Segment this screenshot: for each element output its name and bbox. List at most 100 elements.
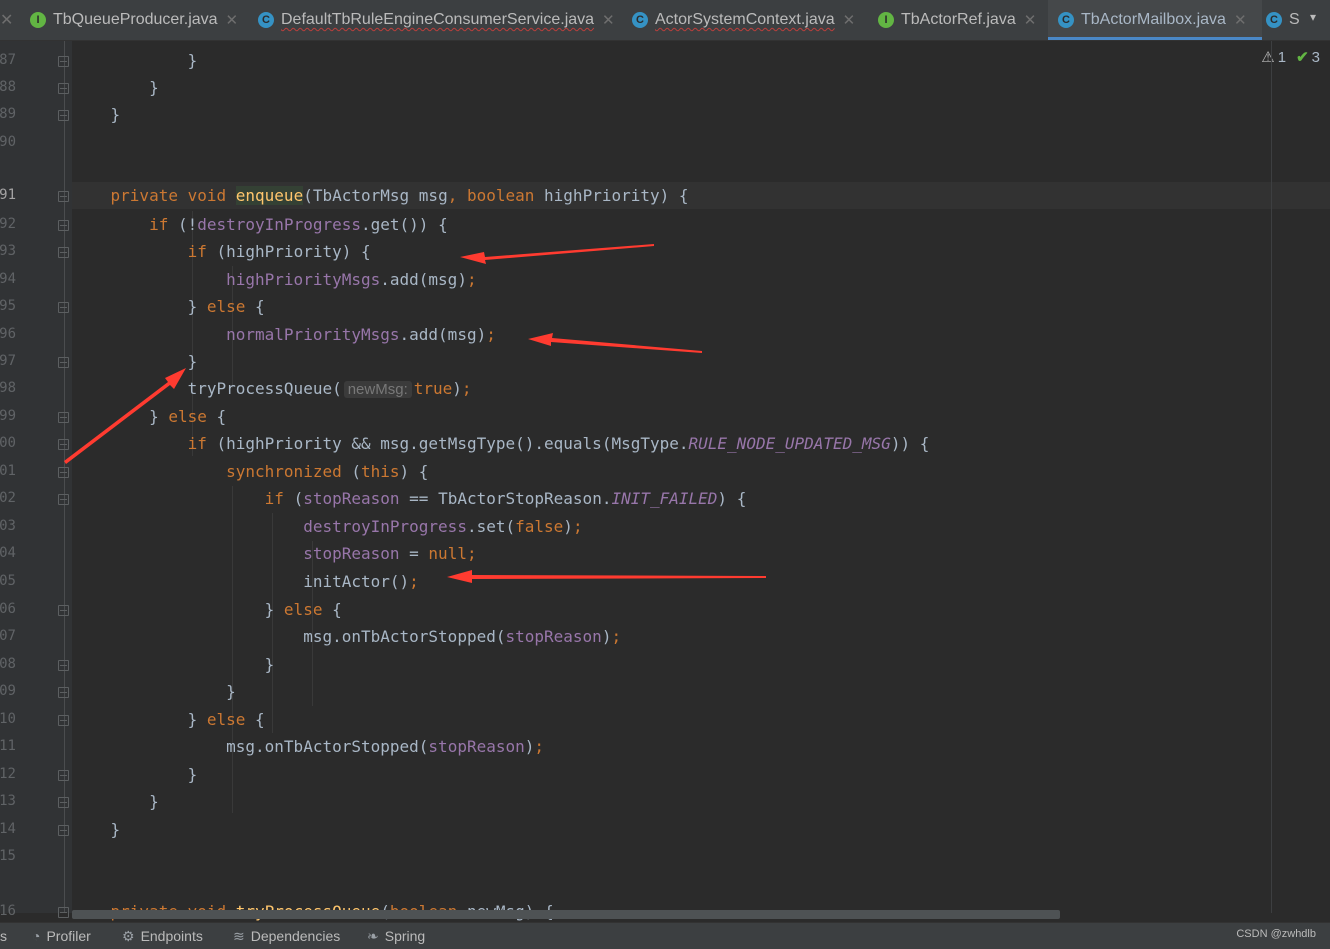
code-line[interactable]: }	[72, 101, 121, 128]
line-number: 112	[0, 766, 16, 782]
code-line[interactable]: }	[72, 678, 236, 705]
fold-marker-icon[interactable]	[58, 605, 69, 616]
close-tab-icon[interactable]: ✕	[1234, 11, 1247, 29]
horizontal-scrollbar[interactable]	[72, 910, 1060, 919]
fold-marker-icon[interactable]	[58, 191, 69, 202]
line-number: 116	[0, 903, 16, 919]
code-token: ) {	[399, 462, 429, 481]
check-icon: ✔	[1296, 49, 1309, 66]
tab-s[interactable]: CS	[1266, 0, 1300, 40]
close-tab-icon[interactable]: ✕	[0, 0, 13, 40]
code-line[interactable]: }	[72, 651, 275, 678]
code-line[interactable]: private void enqueue(TbActorMsg msg, boo…	[72, 182, 689, 209]
fold-marker-icon[interactable]	[58, 110, 69, 121]
warnings-indicator[interactable]: ⚠ 1	[1261, 48, 1286, 67]
close-tab-icon[interactable]: ✕	[226, 11, 239, 29]
code-editor[interactable]: } } } private void enqueue(TbActorMsg ms…	[72, 41, 1330, 921]
fold-marker-icon[interactable]	[58, 467, 69, 478]
code-line[interactable]: if (highPriority) {	[72, 238, 371, 265]
tool-spring-button[interactable]: ❧ Spring	[367, 923, 425, 949]
code-line[interactable]: }	[72, 788, 159, 815]
tab-actorsystemcontext[interactable]: C ActorSystemContext.java ✕	[632, 0, 855, 40]
code-token: ;	[409, 572, 419, 591]
code-line[interactable]: tryProcessQueue(newMsg: true);	[72, 375, 472, 402]
code-line[interactable]: } else {	[72, 706, 265, 733]
tab-label: TbActorMailbox.java	[1081, 11, 1226, 28]
tab-tbqueueproducer[interactable]: I TbQueueProducer.java ✕	[30, 0, 238, 40]
tool-label: Profiler	[46, 928, 91, 944]
code-token: }	[72, 655, 275, 674]
tool-profiler-button[interactable]: ◔ Profiler	[32, 923, 91, 949]
fold-marker-icon[interactable]	[58, 687, 69, 698]
fold-marker-icon[interactable]	[58, 715, 69, 726]
fold-marker-icon[interactable]	[58, 357, 69, 368]
code-line[interactable]: if (highPriority && msg.getMsgType().equ…	[72, 430, 930, 457]
code-line[interactable]: destroyInProgress.set(false);	[72, 513, 582, 540]
fold-marker-icon[interactable]	[58, 83, 69, 94]
code-line[interactable]: normalPriorityMsgs.add(msg);	[72, 321, 496, 348]
line-number: 109	[0, 683, 16, 699]
close-tab-icon[interactable]: ✕	[602, 11, 615, 29]
fold-marker-icon[interactable]	[58, 439, 69, 450]
code-line[interactable]: }	[72, 74, 159, 101]
code-line[interactable]: msg.onTbActorStopped(stopReason);	[72, 623, 621, 650]
line-number: 89	[0, 106, 16, 122]
line-number: 98	[0, 380, 16, 396]
tool-endpoints-button[interactable]: ⚙ Endpoints	[122, 923, 203, 949]
tab-label: TbQueueProducer.java	[53, 11, 218, 28]
code-line[interactable]: synchronized (this) {	[72, 458, 428, 485]
fold-marker-icon[interactable]	[58, 494, 69, 505]
line-number: 111	[0, 738, 16, 754]
code-line[interactable]: }	[72, 761, 198, 788]
code-line[interactable]: if (!destroyInProgress.get()) {	[72, 211, 448, 238]
tool-label: Endpoints	[140, 928, 203, 944]
fold-marker-icon[interactable]	[58, 907, 69, 918]
line-number: 95	[0, 298, 16, 314]
code-line[interactable]: } else {	[72, 403, 226, 430]
bottom-tool-window-bar: s ◔ Profiler ⚙ Endpoints ≋ Dependencies ❧ Sprin…	[0, 922, 1330, 949]
tab-tbactormailbox[interactable]: C TbActorMailbox.java ✕	[1048, 0, 1262, 40]
code-line[interactable]: highPriorityMsgs.add(msg);	[72, 266, 476, 293]
code-token: if	[72, 434, 217, 453]
line-number: 88	[0, 79, 16, 95]
close-tab-icon[interactable]: ✕	[1024, 11, 1037, 29]
code-token: }	[72, 352, 198, 371]
code-token: }	[72, 51, 198, 70]
code-token: ;	[486, 325, 496, 344]
tab-list-chevron-icon[interactable]: ▾	[1310, 10, 1324, 24]
code-token: null;	[428, 544, 477, 563]
code-line[interactable]: }	[72, 348, 198, 375]
code-line[interactable]: } else {	[72, 596, 342, 623]
dependencies-icon: ≋	[233, 927, 245, 944]
fold-marker-icon[interactable]	[58, 56, 69, 67]
tab-defaulttbruleengineconsumerservice[interactable]: C DefaultTbRuleEngineConsumerService.java…	[258, 0, 615, 40]
fold-marker-icon[interactable]	[58, 797, 69, 808]
fold-marker-icon[interactable]	[58, 825, 69, 836]
code-token: msg.onTbActorStopped(	[72, 627, 506, 646]
code-token: if	[72, 242, 217, 261]
code-token: highPriority) {	[544, 186, 689, 205]
fold-marker-icon[interactable]	[58, 412, 69, 423]
class-icon: C	[632, 12, 648, 28]
fold-marker-icon[interactable]	[58, 302, 69, 313]
fold-marker-icon[interactable]	[58, 660, 69, 671]
code-line[interactable]: }	[72, 47, 198, 74]
code-line[interactable]: }	[72, 816, 121, 843]
fold-marker-icon[interactable]	[58, 770, 69, 781]
fold-marker-icon[interactable]	[58, 220, 69, 231]
tool-dependencies-button[interactable]: ≋ Dependencies	[233, 923, 340, 949]
code-line[interactable]: initActor();	[72, 568, 419, 595]
close-tab-icon[interactable]: ✕	[843, 11, 856, 29]
fold-marker-icon[interactable]	[58, 247, 69, 258]
ok-indicator[interactable]: ✔ 3	[1296, 48, 1320, 67]
code-line[interactable]: } else {	[72, 293, 265, 320]
line-number: 101	[0, 463, 16, 479]
line-number: 94	[0, 271, 16, 287]
tab-tbactorref[interactable]: I TbActorRef.java ✕	[878, 0, 1036, 40]
code-line[interactable]: if (stopReason == TbActorStopReason.INIT…	[72, 485, 747, 512]
code-line[interactable]: msg.onTbActorStopped(stopReason);	[72, 733, 544, 760]
code-token: if	[72, 215, 178, 234]
code-token: enqueue	[235, 186, 304, 205]
code-token: highPriorityMsgs	[72, 270, 381, 289]
code-line[interactable]: stopReason = null;	[72, 540, 477, 567]
